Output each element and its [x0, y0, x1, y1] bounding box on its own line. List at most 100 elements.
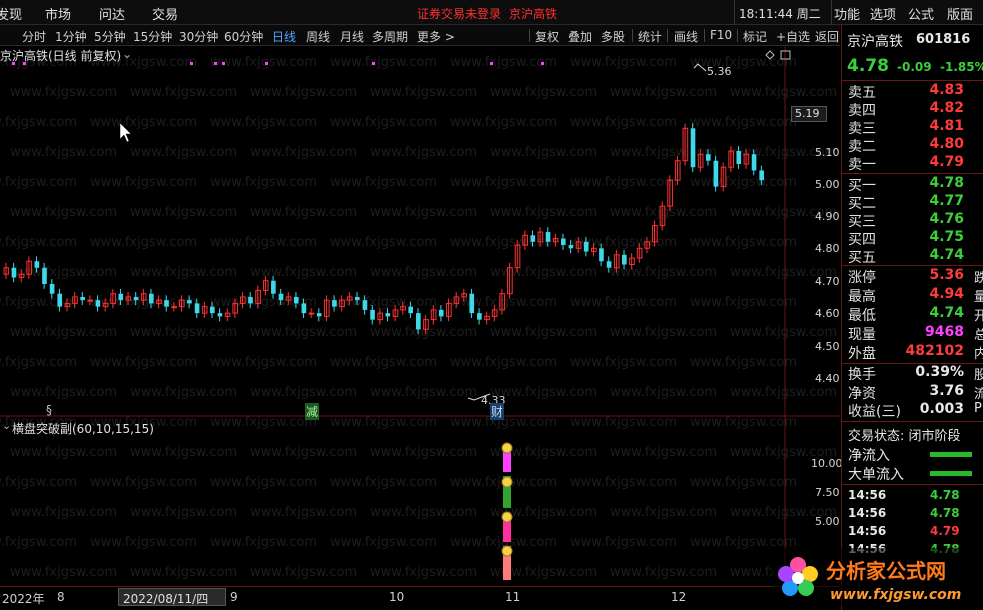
period-60min[interactable]: 60分钟 — [224, 28, 263, 45]
stat-label: 换手 — [848, 367, 876, 383]
buy-4-row[interactable]: 买四 4.75 — [848, 229, 978, 248]
indicator-bar — [503, 458, 511, 472]
watermark-text: www.fxjgsw.com — [250, 145, 357, 160]
price-axis-label: 4.50 — [815, 340, 840, 353]
event-marker-1[interactable]: § — [46, 403, 52, 417]
money-bag-icon — [501, 476, 513, 488]
sell-3-row[interactable]: 卖三 4.81 — [848, 118, 978, 137]
multi-stock-button[interactable]: 多股 — [601, 28, 625, 45]
watermark-text: www.fxjgsw.com — [10, 445, 117, 460]
buy-2-row[interactable]: 买二 4.77 — [848, 193, 978, 212]
period-tick[interactable]: 分时 — [22, 28, 46, 45]
price-axis-label: 4.60 — [815, 307, 840, 320]
sell-label: 卖一 — [848, 157, 876, 173]
tick-price: 4.78 — [930, 506, 960, 520]
watermark-text: www.fxjgsw.com — [690, 355, 797, 370]
stat-row-limit-up: 涨停 5.36 跌 — [848, 267, 983, 286]
watermark-text: www.fxjgsw.com — [370, 145, 477, 160]
watermark-text: www.fxjgsw.com — [690, 235, 797, 250]
adjust-button[interactable]: 复权 — [535, 28, 559, 45]
watermark-text: www.fxjgsw.com — [210, 355, 317, 370]
price-change: -0.09 — [897, 60, 932, 74]
draw-line-button[interactable]: 画线 — [674, 28, 698, 45]
sell-price: 4.83 — [929, 82, 964, 98]
watermark-text: www.fxjgsw.com — [730, 385, 837, 400]
buy-price: 4.75 — [929, 229, 964, 245]
watermark-text: www.fxjgsw.com — [490, 85, 597, 100]
indicator-dropdown-icon[interactable]: ⌄ — [2, 419, 11, 432]
overlay-button[interactable]: 叠加 — [568, 28, 592, 45]
watermark-text: www.fxjgsw.com — [730, 85, 837, 100]
buy-5-row[interactable]: 买五 4.74 — [848, 247, 978, 266]
time-axis-label: 2022年 — [2, 592, 45, 606]
sell-2-row[interactable]: 卖二 4.80 — [848, 136, 978, 155]
stat-suffix: 内 — [974, 347, 983, 362]
period-monthly[interactable]: 月线 — [340, 28, 364, 45]
sell-label: 卖三 — [848, 121, 876, 137]
menu-function[interactable]: 功能 — [834, 4, 860, 23]
buy-1-row[interactable]: 买一 4.78 — [848, 175, 978, 194]
period-more[interactable]: 更多 > — [417, 28, 455, 45]
period-1min[interactable]: 1分钟 — [55, 28, 87, 45]
menu-options[interactable]: 选项 — [870, 4, 896, 23]
candle-body — [606, 261, 612, 268]
mark-button[interactable]: 标记 — [743, 28, 767, 45]
candle-body — [171, 306, 177, 309]
menu-wenda[interactable]: 问达 — [99, 4, 125, 23]
event-marker-reduce[interactable]: 减 — [305, 403, 320, 420]
candle-body — [690, 128, 696, 168]
watermark-text: www.fxjgsw.com — [330, 175, 437, 190]
chart-svg[interactable]: www.fxjgsw.com www.fxjgsw.com www.fxjgsw.c… — [0, 46, 840, 586]
time-axis-label: 12 — [671, 590, 687, 604]
watermark-text: www.fxjgsw.com — [730, 325, 837, 340]
period-multi[interactable]: 多周期 — [372, 28, 408, 45]
menu-layout[interactable]: 版面 — [947, 4, 973, 23]
watermark-text: www.fxjgsw.com — [570, 115, 677, 130]
watermark-text: www.fxjgsw.com — [370, 205, 477, 220]
login-warning[interactable]: 证券交易未登录 — [417, 5, 501, 22]
net-inflow-bar — [930, 452, 972, 457]
add-watchlist-button[interactable]: +自选 — [776, 28, 810, 45]
watermark-text: www.fxjgsw.com — [370, 505, 477, 520]
watermark-text: www.fxjgsw.com — [90, 475, 197, 490]
menu-formula[interactable]: 公式 — [908, 4, 934, 23]
f10-button[interactable]: F10 — [710, 28, 732, 42]
sell-1-row[interactable]: 卖一 4.79 — [848, 154, 978, 173]
watermark-text: www.fxjgsw.com — [210, 415, 317, 430]
buy-3-row[interactable]: 买三 4.76 — [848, 211, 978, 230]
tick-price: 4.79 — [930, 524, 960, 538]
period-5min[interactable]: 5分钟 — [94, 28, 126, 45]
stat-row-turnover: 换手 0.39% 股 — [848, 364, 983, 383]
watermark-text: www.fxjgsw.com — [570, 475, 677, 490]
watermark-text: www.fxjgsw.com — [210, 55, 317, 70]
watermark-text: www.fxjgsw.com — [130, 505, 237, 520]
sell-4-row[interactable]: 卖四 4.82 — [848, 100, 978, 119]
watermark-text: www.fxjgsw.com — [130, 265, 237, 280]
period-daily[interactable]: 日线 — [272, 28, 296, 45]
period-weekly[interactable]: 周线 — [306, 28, 330, 45]
period-30min[interactable]: 30分钟 — [179, 28, 218, 45]
watermark-text: www.fxjgsw.com — [250, 265, 357, 280]
sell-5-row[interactable]: 卖五 4.83 — [848, 82, 978, 101]
tick-time: 14:56 — [848, 524, 887, 538]
panel-divider — [842, 80, 983, 81]
menu-market[interactable]: 市场 — [45, 4, 71, 23]
watermark-text: www.fxjgsw.com — [0, 535, 77, 550]
menu-trade[interactable]: 交易 — [152, 4, 178, 23]
tick-price: 4.78 — [930, 488, 960, 502]
kline-chart[interactable]: www.fxjgsw.com www.fxjgsw.com www.fxjgsw.c… — [0, 46, 840, 586]
watermark-text: www.fxjgsw.com — [330, 535, 437, 550]
candle-body — [194, 303, 200, 314]
indicator-title[interactable]: 横盘突破副(60,10,15,15) — [12, 420, 154, 437]
menu-discover[interactable]: 发现 — [0, 4, 22, 23]
watermark-text: www.fxjgsw.com — [330, 295, 437, 310]
statistics-button[interactable]: 统计 — [638, 28, 662, 45]
candle-body — [42, 267, 47, 284]
signal-dot — [541, 62, 544, 65]
indicator-axis-label: 5.00 — [815, 515, 840, 528]
event-marker-finance[interactable]: 财 — [490, 403, 505, 420]
watermark-text: www.fxjgsw.com — [250, 445, 357, 460]
back-button[interactable]: 返回 — [815, 28, 839, 45]
period-15min[interactable]: 15分钟 — [133, 28, 172, 45]
chart-dropdown-icon[interactable]: ⌄ — [122, 47, 132, 61]
